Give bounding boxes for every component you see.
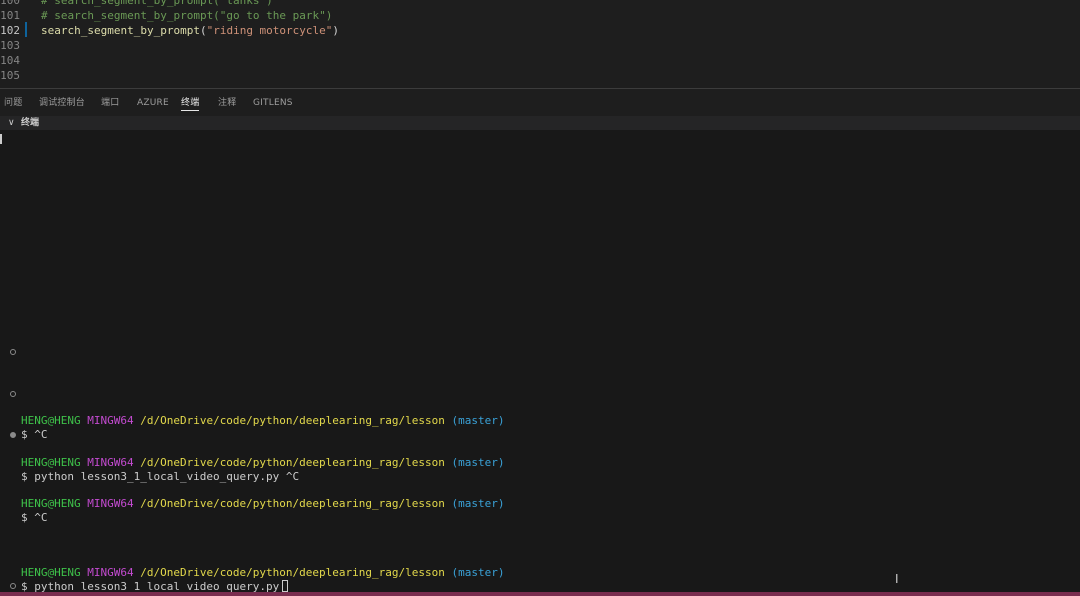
code-line[interactable]: 102 search_segment_by_prompt("riding moto…: [0, 23, 1080, 38]
panel-tab[interactable]: 终端: [181, 97, 200, 111]
terminal-view[interactable]: HENG@HENG MINGW64 /d/OneDrive/code/pytho…: [0, 130, 1080, 592]
line-number: 103: [0, 39, 20, 52]
panel-tab-bar: 问题 调试控制台 端口 AZURE 终端 注释 GITLENS: [0, 88, 1080, 116]
terminal-section-header[interactable]: ∨ 终端: [0, 116, 1080, 130]
code-token: # search_segment_by_prompt("tanks"): [41, 0, 273, 7]
command-decoration-icon[interactable]: [10, 349, 16, 355]
line-number: 105: [0, 69, 20, 82]
code-token: ): [332, 24, 340, 37]
code-text: # search_segment_by_prompt("tanks"): [41, 0, 273, 8]
code-token: search_segment_by_prompt: [41, 24, 200, 37]
prompt-user: HENG@HENG: [21, 456, 81, 469]
prompt-branch: (master): [451, 497, 505, 510]
line-number: 100: [0, 0, 20, 7]
code-token: "riding motorcycle": [206, 24, 333, 37]
prompt-line: HENG@HENG MINGW64 /d/OneDrive/code/pytho…: [21, 566, 504, 580]
command-line: $ ^C: [21, 428, 48, 442]
prompt-host: MINGW64: [87, 497, 134, 510]
terminal-section-title: 终端: [21, 118, 40, 128]
panel-tab[interactable]: 问题: [4, 97, 22, 115]
command-decoration-icon[interactable]: [10, 583, 16, 589]
panel-tab[interactable]: 调试控制台: [39, 97, 85, 115]
code-line[interactable]: 104: [0, 53, 1080, 68]
code-editor[interactable]: 100 # search_segment_by_prompt("tanks") 10…: [0, 0, 1080, 88]
prompt-branch: (master): [451, 456, 505, 469]
prompt-path: /d/OneDrive/code/python/deeplearing_rag/…: [140, 456, 445, 469]
text-cursor-icon: I: [895, 572, 899, 586]
code-line[interactable]: 101 # search_segment_by_prompt("go to the…: [0, 8, 1080, 23]
prompt-host: MINGW64: [87, 566, 134, 579]
code-token: (: [199, 24, 207, 37]
terminal-cursor[interactable]: [282, 580, 289, 592]
chevron-down-icon[interactable]: ∨: [8, 116, 15, 130]
code-text: search_segment_by_prompt("riding motorcy…: [41, 23, 339, 38]
line-number: 104: [0, 54, 20, 67]
command-line: $ ^C: [21, 511, 48, 525]
code-line[interactable]: 105: [0, 68, 1080, 83]
panel-tab[interactable]: AZURE: [137, 97, 169, 115]
prompt-line: HENG@HENG MINGW64 /d/OneDrive/code/pytho…: [21, 456, 504, 470]
prompt-line: HENG@HENG MINGW64 /d/OneDrive/code/pytho…: [21, 497, 504, 511]
prompt-user: HENG@HENG: [21, 497, 81, 510]
code-token: # search_segment_by_prompt("go to the pa…: [41, 9, 333, 22]
command-decoration-icon[interactable]: [10, 391, 16, 397]
command-line: $ python lesson3_1_local_video_query.py …: [21, 470, 299, 484]
line-number: 102: [0, 24, 20, 37]
prompt-path: /d/OneDrive/code/python/deeplearing_rag/…: [140, 497, 445, 510]
line-number: 101: [0, 9, 20, 22]
prompt-branch: (master): [451, 566, 505, 579]
prompt-line: HENG@HENG MINGW64 /d/OneDrive/code/pytho…: [21, 414, 504, 428]
panel-tab[interactable]: 注释: [218, 97, 236, 115]
prompt-host: MINGW64: [87, 414, 134, 427]
prompt-path: /d/OneDrive/code/python/deeplearing_rag/…: [140, 414, 445, 427]
terminal-scroll-marker: [0, 134, 2, 144]
command-text: $ python lesson3_1_local_video_query.py: [21, 580, 280, 592]
command-line: $ python lesson3_1_local_video_query.py: [21, 580, 289, 592]
command-decoration-icon[interactable]: [10, 432, 16, 438]
code-line[interactable]: 100 # search_segment_by_prompt("tanks"): [0, 0, 1080, 8]
code-line[interactable]: 103: [0, 38, 1080, 53]
command-text: $ python lesson3_1_local_video_query.py …: [21, 470, 300, 483]
status-bar-edge: [0, 592, 1080, 596]
code-text: # search_segment_by_prompt("go to the pa…: [41, 8, 332, 23]
panel-tab[interactable]: GITLENS: [253, 97, 293, 115]
prompt-user: HENG@HENG: [21, 414, 81, 427]
prompt-user: HENG@HENG: [21, 566, 81, 579]
prompt-host: MINGW64: [87, 456, 134, 469]
panel-tab[interactable]: 端口: [101, 97, 119, 115]
prompt-branch: (master): [451, 414, 505, 427]
prompt-path: /d/OneDrive/code/python/deeplearing_rag/…: [140, 566, 445, 579]
command-text: $ ^C: [21, 511, 48, 524]
command-text: $ ^C: [21, 428, 48, 441]
active-line-indicator: [25, 22, 27, 37]
